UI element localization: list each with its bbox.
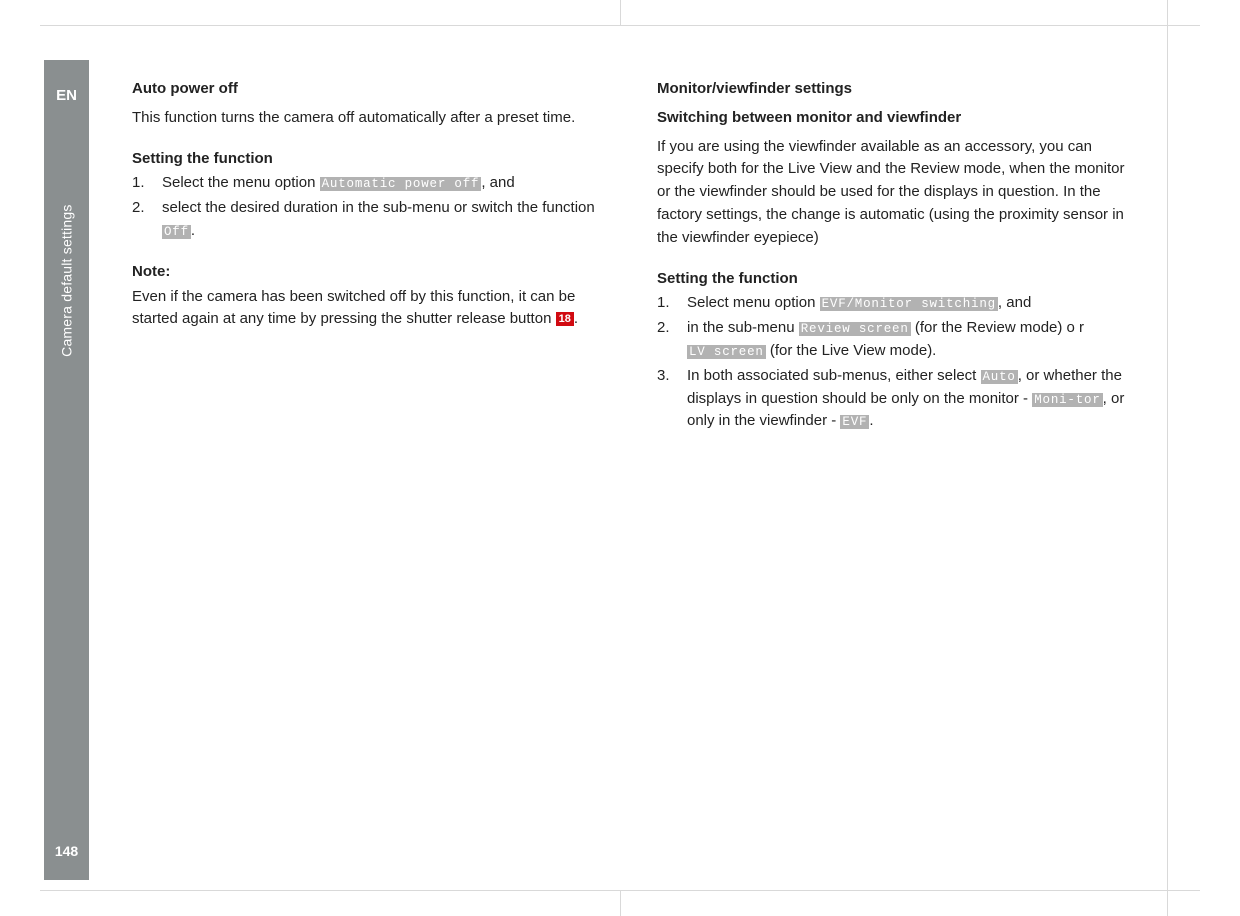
menu-option: Moni-tor xyxy=(1032,393,1102,407)
menu-option: Auto xyxy=(981,370,1018,384)
list-item: in the sub-menu Review screen (for the R… xyxy=(657,317,1132,363)
heading-setting-function: Setting the function xyxy=(132,148,607,171)
right-column: Monitor/viewfinder settings Switching be… xyxy=(657,78,1132,435)
intro-text: This function turns the camera off autom… xyxy=(132,107,607,130)
language-badge: EN xyxy=(44,85,89,108)
list-item: select the desired duration in the sub-m… xyxy=(132,197,607,243)
crop-mark-top xyxy=(40,25,1200,26)
menu-option: Automatic power off xyxy=(320,177,482,191)
crop-tick-top xyxy=(620,0,621,25)
sidebar: EN Camera default settings 148 xyxy=(44,60,89,880)
left-column: Auto power off This function turns the c… xyxy=(132,78,607,435)
step-text: . xyxy=(869,412,873,429)
note-text: Even if the camera has been switched off… xyxy=(132,286,607,332)
step-text: select the desired duration in the sub-m… xyxy=(162,199,595,216)
note-part: Even if the camera has been switched off… xyxy=(132,288,575,328)
step-text: , and xyxy=(481,174,514,191)
menu-option: EVF/Monitor switching xyxy=(820,297,998,311)
section-label: Camera default settings xyxy=(56,204,77,356)
list-item: Select the menu option Automatic power o… xyxy=(132,172,607,195)
menu-option: EVF xyxy=(840,415,869,429)
menu-option: LV screen xyxy=(687,345,766,359)
heading-monitor-viewfinder: Monitor/viewfinder settings xyxy=(657,78,1132,101)
menu-option: Off xyxy=(162,225,191,239)
heading-switching: Switching between monitor and viewfinder xyxy=(657,107,1132,130)
heading-auto-power-off: Auto power off xyxy=(132,78,607,101)
list-item: In both associated sub-menus, either sel… xyxy=(657,365,1132,433)
crop-tick-bottom xyxy=(620,891,621,916)
intro-text: If you are using the viewfinder availabl… xyxy=(657,136,1132,250)
steps-list: Select the menu option Automatic power o… xyxy=(132,172,607,242)
reference-badge: 18 xyxy=(556,312,574,326)
step-text: (for the Review mode) o r xyxy=(911,319,1084,336)
steps-list: Select menu option EVF/Monitor switching… xyxy=(657,292,1132,433)
step-text: , and xyxy=(998,294,1031,311)
menu-option: Review screen xyxy=(799,322,911,336)
step-text: in the sub-menu xyxy=(687,319,799,336)
step-text: Select menu option xyxy=(687,294,820,311)
page-number: 148 xyxy=(44,841,89,862)
heading-note: Note: xyxy=(132,261,607,284)
note-part: . xyxy=(574,310,578,327)
step-text: In both associated sub-menus, either sel… xyxy=(687,367,981,384)
heading-setting-function: Setting the function xyxy=(657,268,1132,291)
list-item: Select menu option EVF/Monitor switching… xyxy=(657,292,1132,315)
step-text: (for the Live View mode). xyxy=(766,342,937,359)
page-content: Auto power off This function turns the c… xyxy=(132,78,1132,435)
crop-mark-right xyxy=(1167,0,1168,916)
step-text: . xyxy=(191,222,195,239)
step-text: Select the menu option xyxy=(162,174,320,191)
